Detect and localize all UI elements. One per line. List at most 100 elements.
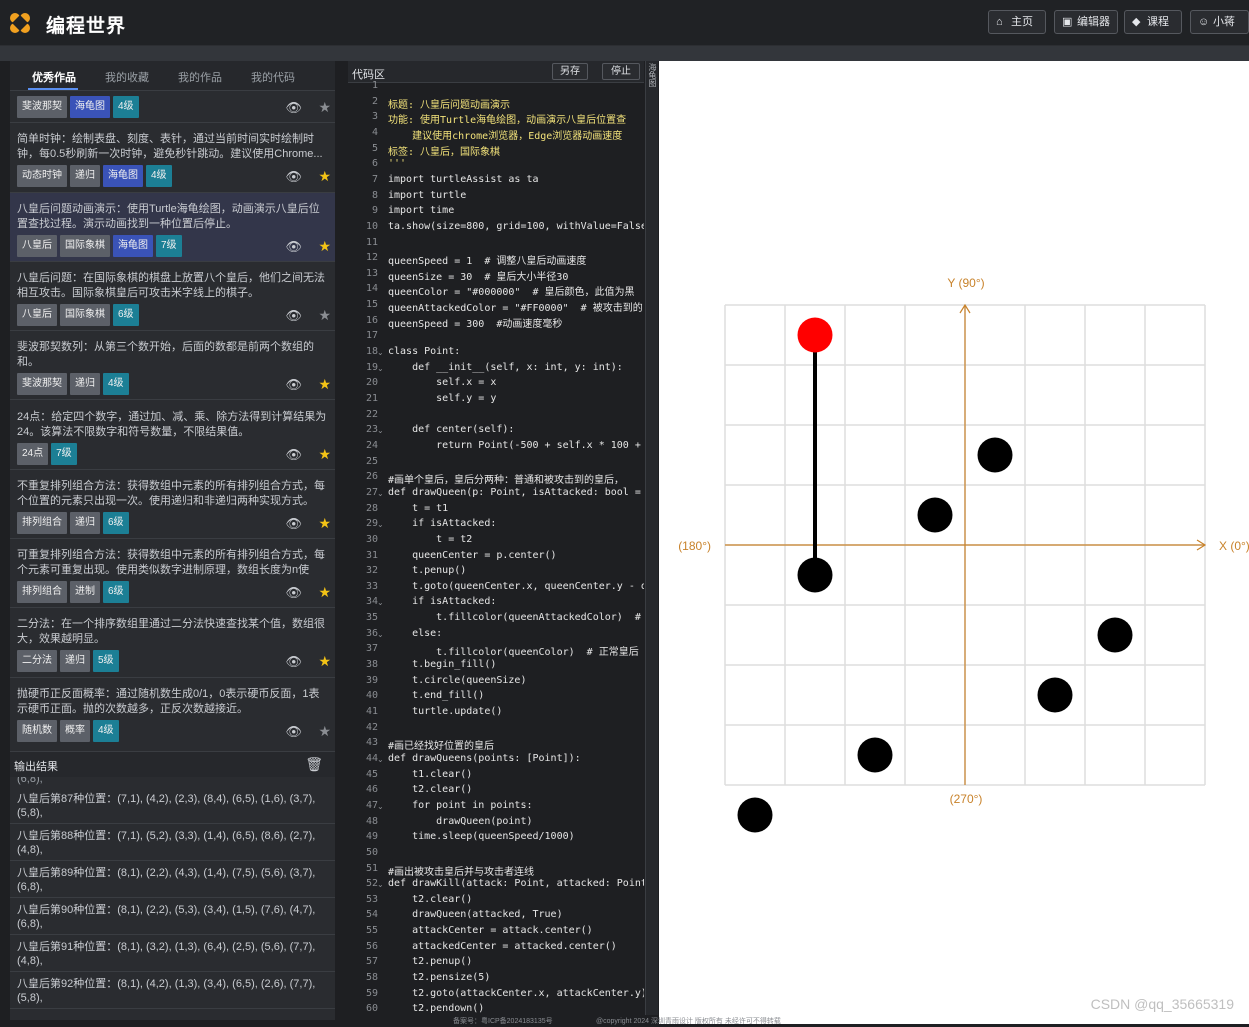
- work-tag[interactable]: 随机数: [17, 719, 57, 742]
- output-item: 八皇后第87种位置：(7,1), (4,2), (2,3), (8,4), (6…: [10, 787, 335, 824]
- work-tag[interactable]: 排列组合: [17, 581, 67, 604]
- fold-chevron-icon[interactable]: ⌄: [377, 598, 384, 607]
- work-tag[interactable]: 24点: [17, 442, 49, 465]
- work-tag[interactable]: 动态时钟: [17, 165, 67, 188]
- work-tag[interactable]: 国际象棋: [60, 303, 110, 326]
- nav-course-button[interactable]: ◆ 课程: [1124, 10, 1182, 34]
- work-tag[interactable]: 5级: [93, 650, 119, 673]
- work-item[interactable]: 简单时钟：绘制表盘、刻度、表针，通过当前时间实时绘制时钟，每0.5秒刷新一次时钟…: [10, 123, 335, 193]
- code-editor[interactable]: ''' 标题: 八皇后问题动画演示 功能: 使用Turtle海龟绘图，动画演示八皇后…: [386, 84, 644, 1024]
- work-item[interactable]: 可重复排列组合方法：获得数组中元素的所有排列组合方式，每个元素可重复出现。使用类…: [10, 539, 335, 609]
- output-partial: (6,8),: [17, 777, 43, 785]
- view-icon[interactable]: 👁: [285, 239, 302, 255]
- code-line: ''': [388, 158, 407, 170]
- view-icon[interactable]: 👁: [285, 100, 302, 116]
- view-icon[interactable]: 👁: [285, 724, 302, 740]
- work-tag[interactable]: 递归: [70, 373, 100, 396]
- work-tag[interactable]: 八皇后: [17, 234, 57, 257]
- work-tag[interactable]: 递归: [70, 511, 100, 534]
- work-tag[interactable]: 概率: [60, 719, 90, 742]
- fold-chevron-icon[interactable]: ⌄: [377, 364, 384, 373]
- code-line: #画出被攻击皇后并与攻击者连线: [388, 866, 535, 878]
- work-item[interactable]: 抛硬币正反面概率：通过随机数生成0/1，0表示硬币反面，1表示硬币正面。抛的次数…: [10, 678, 335, 742]
- work-tag[interactable]: 4级: [113, 96, 139, 118]
- work-tag[interactable]: 7级: [51, 442, 77, 465]
- work-tag[interactable]: 海龟图: [113, 234, 153, 257]
- view-icon[interactable]: 👁: [285, 447, 302, 463]
- fold-chevron-icon[interactable]: ⌄: [377, 880, 384, 889]
- work-tag[interactable]: 斐波那契: [17, 373, 67, 396]
- favorite-star-icon[interactable]: ★: [318, 238, 331, 255]
- work-tag[interactable]: 二分法: [17, 650, 57, 673]
- line-number: 12: [365, 252, 378, 264]
- work-item[interactable]: 斐波那契 海龟图 4级 👁 ★: [10, 92, 335, 124]
- work-tag[interactable]: 7级: [156, 234, 182, 257]
- tag-row: 24点 7级: [17, 442, 80, 465]
- work-tag[interactable]: 进制: [70, 581, 100, 604]
- work-tag[interactable]: 递归: [70, 165, 100, 188]
- tab-my-code[interactable]: 我的代码: [251, 69, 295, 85]
- view-icon[interactable]: 👁: [285, 377, 302, 393]
- work-tag[interactable]: 排列组合: [17, 511, 67, 534]
- favorite-star-icon[interactable]: ★: [318, 99, 331, 116]
- fold-chevron-icon[interactable]: ⌄: [377, 630, 384, 639]
- work-tag[interactable]: 斐波那契: [17, 96, 67, 118]
- turtle-side-tab[interactable]: 海龟图: [645, 61, 658, 1024]
- code-line: queenAttackedColor = "#FF0000" # 被攻击到的: [388, 303, 643, 315]
- view-icon[interactable]: 👁: [285, 308, 302, 324]
- view-icon[interactable]: 👁: [285, 169, 302, 185]
- work-tag[interactable]: 海龟图: [103, 165, 143, 188]
- favorite-star-icon[interactable]: ★: [318, 376, 331, 393]
- tab-featured[interactable]: 优秀作品: [32, 69, 76, 85]
- fold-chevron-icon[interactable]: ⌄: [377, 489, 384, 498]
- tab-favorites[interactable]: 我的收藏: [105, 69, 149, 85]
- favorite-star-icon[interactable]: ★: [318, 446, 331, 463]
- fold-chevron-icon[interactable]: ⌄: [377, 348, 384, 357]
- save-as-button[interactable]: 另存: [552, 63, 588, 80]
- line-number: 21: [365, 393, 378, 404]
- work-item[interactable]: 八皇后问题：在国际象棋的棋盘上放置八个皇后，他们之间无法相互攻击。国际象棋皇后可…: [10, 262, 335, 332]
- favorite-star-icon[interactable]: ★: [318, 515, 331, 532]
- queen: [797, 557, 833, 593]
- view-icon[interactable]: 👁: [285, 585, 302, 601]
- view-icon[interactable]: 👁: [285, 516, 302, 532]
- work-item[interactable]: 二分法：在一个排序数组里通过二分法快速查找某个值，数组很大，效果越明显。 二分法递…: [10, 608, 335, 678]
- trash-icon[interactable]: 🗑: [305, 756, 323, 773]
- line-number: 31: [365, 549, 378, 561]
- work-tag[interactable]: 海龟图: [70, 96, 110, 118]
- work-tag[interactable]: 递归: [60, 650, 90, 673]
- favorite-star-icon[interactable]: ★: [318, 723, 331, 740]
- fold-chevron-icon[interactable]: ⌄: [377, 802, 384, 811]
- line-number: 2: [371, 95, 378, 107]
- nav-editor-button[interactable]: ▣ 编辑器: [1054, 10, 1118, 34]
- work-tag[interactable]: 4级: [103, 373, 129, 396]
- work-tag[interactable]: 6级: [103, 511, 129, 534]
- line-number: 19: [365, 361, 378, 373]
- favorite-star-icon[interactable]: ★: [318, 168, 331, 185]
- fold-chevron-icon[interactable]: ⌄: [377, 755, 384, 764]
- nav-home-button[interactable]: ⌂ 主页: [988, 10, 1046, 34]
- fold-chevron-icon[interactable]: ⌄: [377, 426, 384, 435]
- favorite-star-icon[interactable]: ★: [318, 584, 331, 601]
- work-tag[interactable]: 4级: [93, 719, 119, 742]
- work-tag[interactable]: 八皇后: [17, 303, 57, 326]
- work-item[interactable]: 24点：给定四个数字，通过加、减、乘、除方法得到计算结果为24。该算法不限数字和…: [10, 401, 335, 470]
- work-item[interactable]: 不重复排列组合方法：获得数组中元素的所有排列组合方式，每个位置的元素只出现一次。…: [10, 470, 335, 540]
- work-tag[interactable]: 6级: [113, 303, 139, 326]
- work-tag[interactable]: 4级: [146, 165, 172, 188]
- line-number: 6: [371, 158, 378, 170]
- stop-button[interactable]: 停止: [602, 63, 640, 80]
- fold-chevron-icon[interactable]: ⌄: [377, 520, 384, 529]
- nav-user-button[interactable]: ☺ 小蒋: [1190, 10, 1249, 34]
- line-number: 24: [365, 439, 378, 451]
- work-tag[interactable]: 6级: [103, 581, 129, 604]
- view-icon[interactable]: 👁: [285, 654, 302, 670]
- favorite-star-icon[interactable]: ★: [318, 307, 331, 324]
- tab-my-works[interactable]: 我的作品: [178, 69, 222, 85]
- work-item[interactable]: 斐波那契数列：从第三个数开始，后面的数都是前两个数组的和。 斐波那契 递归 4级 👁 ★: [10, 331, 335, 401]
- favorite-star-icon[interactable]: ★: [318, 653, 331, 670]
- line-gutter: 1 2 3 4 5 6 7 8 9 10 11 12 13 14 15 16 17 18 ⌄ 19 ⌄ 20 21 22 23 ⌄…: [348, 80, 385, 1024]
- work-item[interactable]: 八皇后问题动画演示：使用Turtle海龟绘图，动画演示八皇后位置查找过程。演示动…: [10, 192, 335, 262]
- work-tag[interactable]: 国际象棋: [60, 234, 110, 257]
- line-number: 47: [365, 799, 378, 811]
